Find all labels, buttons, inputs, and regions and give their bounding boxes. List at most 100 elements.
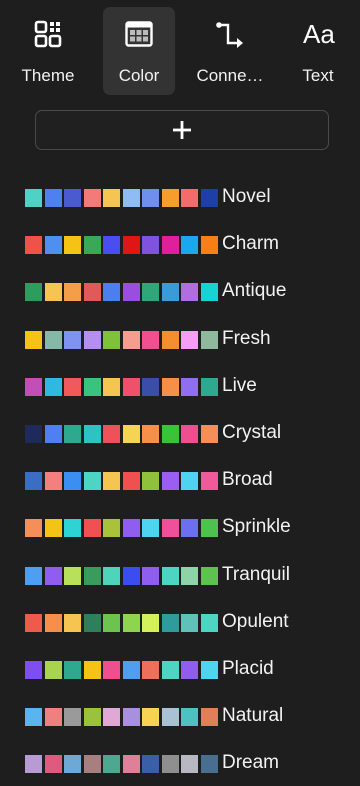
color-swatch [64, 283, 81, 302]
color-swatch [64, 377, 81, 396]
plus-icon [173, 121, 191, 139]
palette-live[interactable]: Live [0, 362, 360, 409]
color-swatch [181, 566, 198, 585]
color-swatch [142, 472, 159, 491]
color-swatch [83, 472, 101, 491]
color-swatch [200, 283, 218, 302]
color-swatch [161, 425, 179, 443]
palette-name: Novel [222, 186, 271, 207]
palette-swatches [25, 613, 220, 632]
color-swatch [161, 236, 179, 255]
color-grid-icon [125, 21, 153, 47]
color-swatch [200, 661, 218, 679]
color-swatch [103, 283, 120, 302]
color-swatch [83, 708, 101, 727]
color-swatch [161, 189, 179, 207]
color-swatch [142, 566, 159, 585]
color-swatch [64, 566, 81, 585]
color-swatch [44, 519, 62, 538]
color-swatch [64, 189, 81, 207]
palette-antique[interactable]: Antique [0, 267, 360, 314]
palette-swatches [25, 425, 220, 443]
tab-theme-label: Theme [21, 66, 75, 85]
palette-placid[interactable]: Placid [0, 645, 360, 692]
color-swatch [200, 189, 218, 207]
palette-sprinkle[interactable]: Sprinkle [0, 503, 360, 550]
color-swatch [44, 708, 62, 727]
tab-color[interactable]: Color [103, 7, 175, 95]
color-swatch [83, 330, 101, 349]
palette-fresh[interactable]: Fresh [0, 315, 360, 362]
color-swatch [142, 330, 159, 349]
color-swatch [200, 425, 218, 443]
palette-charm[interactable]: Charm [0, 220, 360, 267]
color-swatch [200, 519, 218, 538]
color-swatch [122, 377, 140, 396]
color-swatch [25, 708, 42, 727]
color-swatch [44, 613, 62, 632]
color-swatch [200, 566, 218, 585]
tab-color-label: Color [118, 66, 160, 85]
palette-name: Dream [222, 752, 280, 774]
palette-name: Natural [222, 705, 284, 727]
color-swatch [44, 472, 62, 491]
color-swatch [25, 472, 42, 491]
palette-name: Sprinkle [222, 516, 291, 538]
color-swatch [142, 236, 159, 255]
color-swatch [44, 425, 62, 443]
color-swatch [181, 708, 198, 727]
palette-novel[interactable]: Novel [0, 173, 360, 220]
add-palette-button[interactable] [35, 110, 329, 150]
color-swatch [103, 377, 120, 396]
color-swatch [103, 236, 120, 255]
color-swatch [161, 472, 179, 491]
palette-swatches [25, 236, 220, 255]
color-swatch [83, 236, 101, 255]
color-swatch [142, 519, 159, 538]
palette-opulent[interactable]: Opulent [0, 598, 360, 645]
color-swatch [103, 613, 120, 632]
tab-text[interactable]: Aa Text [282, 7, 354, 95]
color-swatch [122, 189, 140, 207]
color-swatch [25, 377, 42, 396]
color-swatch [142, 755, 159, 774]
color-swatch [181, 330, 198, 349]
color-swatch [122, 330, 140, 349]
color-swatch [142, 708, 159, 727]
color-swatch [44, 566, 62, 585]
color-swatch [161, 519, 179, 538]
color-swatch [44, 330, 62, 349]
palette-broad[interactable]: Broad [0, 456, 360, 503]
palette-name: Tranquil [222, 563, 290, 585]
color-swatch [161, 613, 179, 632]
color-swatch [181, 236, 198, 255]
palette-tranquil[interactable]: Tranquil [0, 551, 360, 598]
palette-natural[interactable]: Natural [0, 692, 360, 739]
tab-theme[interactable]: Theme [12, 7, 84, 95]
color-swatch [200, 613, 218, 632]
color-swatch [25, 566, 42, 585]
color-swatch [83, 566, 101, 585]
color-swatch [122, 236, 140, 255]
palette-dream[interactable]: Dream [0, 739, 360, 786]
palette-name: Charm [222, 233, 280, 255]
color-swatch [83, 377, 101, 396]
color-swatch [44, 755, 62, 774]
color-swatch [142, 189, 159, 207]
palette-swatches [25, 519, 220, 538]
color-swatch [103, 472, 120, 491]
color-swatch [122, 661, 140, 679]
color-swatch [44, 661, 62, 679]
color-swatch [181, 519, 198, 538]
color-swatch [200, 330, 218, 349]
color-swatch [83, 519, 101, 538]
text-icon: Aa [303, 19, 335, 49]
color-swatch [142, 377, 159, 396]
color-swatch [122, 755, 140, 774]
color-swatch [103, 189, 120, 207]
color-swatch [103, 708, 120, 727]
tab-connector[interactable]: Conne… [194, 7, 266, 95]
palette-crystal[interactable]: Crystal [0, 409, 360, 456]
color-swatch [122, 708, 140, 727]
color-swatch [25, 755, 42, 774]
